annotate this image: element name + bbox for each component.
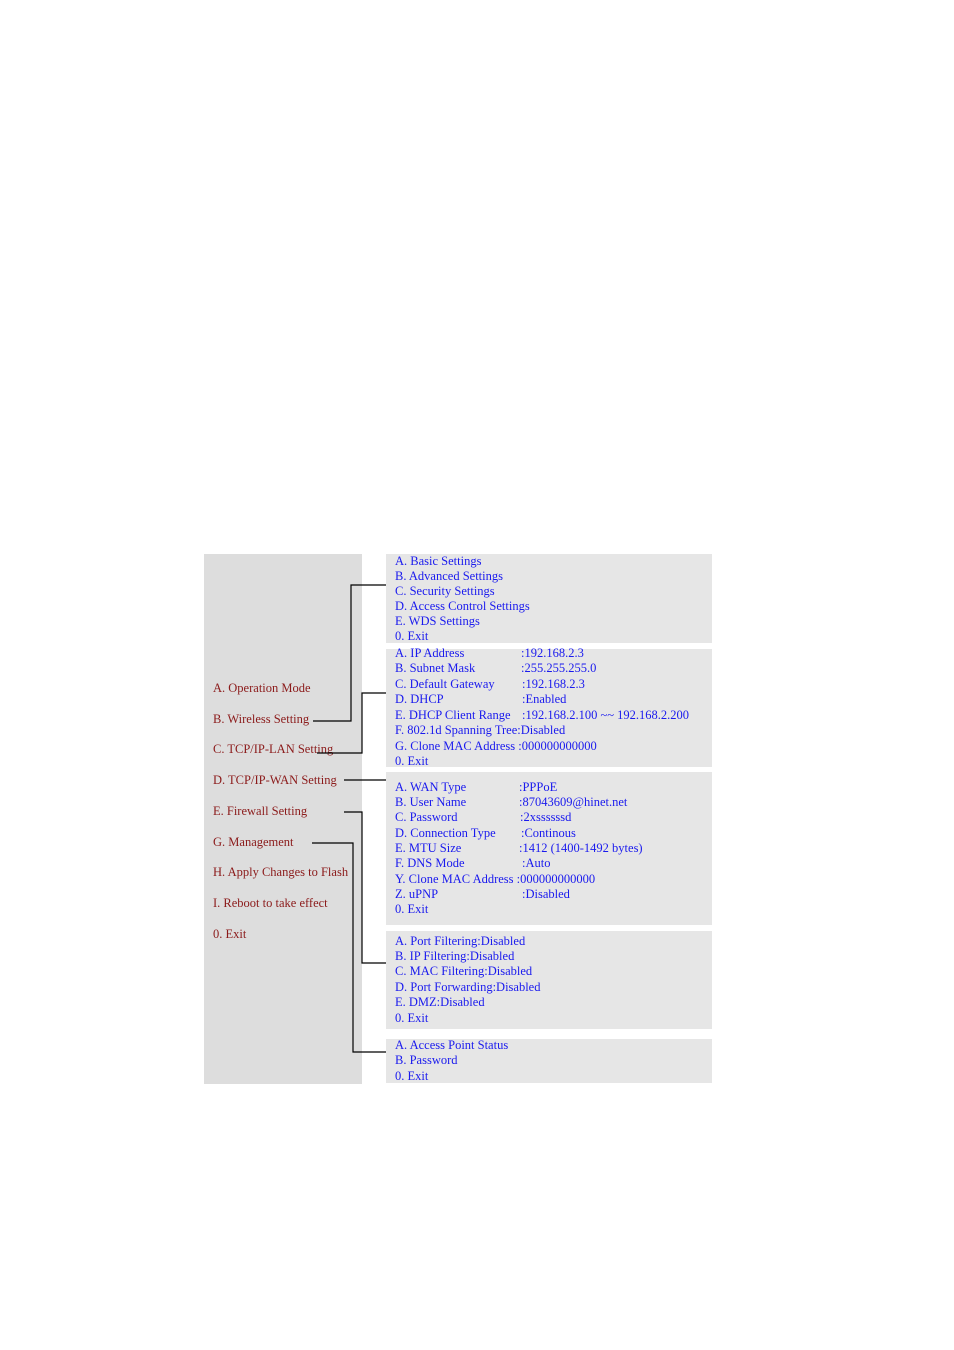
- management-exit[interactable]: 0. Exit: [395, 1069, 428, 1083]
- lan-dhcp-client-range[interactable]: E. DHCP Client Range :192.168.2.100 ~~ 19…: [395, 708, 689, 722]
- wan-type[interactable]: A. WAN Type :PPPoE: [395, 780, 557, 794]
- wireless-submenu: A. Basic Settings B. Advanced Settings C…: [386, 554, 712, 643]
- firewall-ip-filtering[interactable]: B. IP Filtering:Disabled: [395, 949, 514, 963]
- wan-connection-type[interactable]: D. Connection Type :Continous: [395, 826, 576, 840]
- lan-default-gateway-value: :192.168.2.3: [522, 677, 585, 691]
- wan-password-value: :2xssssssd: [520, 810, 572, 824]
- lan-subnet-mask-value: :255.255.255.0: [521, 661, 597, 675]
- main-menu-item-wireless-setting[interactable]: B. Wireless Setting: [213, 712, 309, 726]
- wireless-exit[interactable]: 0. Exit: [395, 629, 428, 643]
- wan-submenu: A. WAN Type :PPPoE B. User Name :87043609@…: [386, 772, 712, 925]
- wireless-access-control-settings[interactable]: D. Access Control Settings: [395, 599, 530, 613]
- lan-subnet-mask-label: B. Subnet Mask: [395, 661, 476, 675]
- main-menu-item-tcpip-lan-setting[interactable]: C. TCP/IP-LAN Setting: [213, 742, 333, 756]
- lan-clone-mac-label: G. Clone MAC Address: [395, 739, 516, 753]
- main-menu-item-exit[interactable]: 0. Exit: [213, 927, 246, 941]
- lan-spanning-tree-label: F. 802.1d Spanning Tree: [395, 723, 518, 737]
- wan-password-label: C. Password: [395, 810, 458, 824]
- wan-mtu-size-value: :1412 (1400-1492 bytes): [519, 841, 643, 855]
- firewall-mac-filtering[interactable]: C. MAC Filtering:Disabled: [395, 964, 532, 978]
- lan-submenu: A. IP Address :192.168.2.3 B. Subnet Mask…: [386, 646, 712, 768]
- wan-upnp-value: :Disabled: [522, 887, 570, 901]
- management-password[interactable]: B. Password: [395, 1053, 458, 1067]
- wan-clone-mac[interactable]: Y. Clone MAC Address :000000000000: [395, 872, 595, 886]
- lan-ip-address-label: A. IP Address: [395, 646, 465, 660]
- main-menu-panel: [204, 554, 362, 1084]
- management-submenu: A. Access Point Status B. Password 0. Ex…: [386, 1038, 712, 1083]
- wan-user-name-label: B. User Name: [395, 795, 467, 809]
- lan-dhcp-client-range-value: :192.168.2.100 ~~ 192.168.2.200: [522, 708, 689, 722]
- wan-connection-type-value: :Continous: [521, 826, 576, 840]
- lan-default-gateway-label: C. Default Gateway: [395, 677, 495, 691]
- main-menu-item-firewall-setting[interactable]: E. Firewall Setting: [213, 804, 307, 818]
- lan-subnet-mask[interactable]: B. Subnet Mask :255.255.255.0: [395, 661, 596, 675]
- wan-clone-mac-label: Y. Clone MAC Address: [395, 872, 514, 886]
- wan-password[interactable]: C. Password :2xssssssd: [395, 810, 571, 824]
- wan-user-name-value: :87043609@hinet.net: [519, 795, 628, 809]
- lan-spanning-tree-value: :Disabled: [517, 723, 566, 737]
- lan-dhcp-label: D. DHCP: [395, 692, 444, 706]
- firewall-dmz[interactable]: E. DMZ:Disabled: [395, 995, 485, 1009]
- lan-spanning-tree[interactable]: F. 802.1d Spanning Tree:Disabled: [395, 723, 565, 737]
- lan-dhcp-value: :Enabled: [522, 692, 567, 706]
- wan-type-value: :PPPoE: [519, 780, 558, 794]
- firewall-exit[interactable]: 0. Exit: [395, 1011, 428, 1025]
- wan-mtu-size[interactable]: E. MTU Size :1412 (1400-1492 bytes): [395, 841, 643, 855]
- main-menu-item-tcpip-wan-setting[interactable]: D. TCP/IP-WAN Setting: [213, 773, 337, 787]
- firewall-submenu: A. Port Filtering:Disabled B. IP Filteri…: [386, 931, 712, 1029]
- wireless-wds-settings[interactable]: E. WDS Settings: [395, 614, 480, 628]
- lan-clone-mac-value: :000000000000: [518, 739, 597, 753]
- main-menu-item-management[interactable]: G. Management: [213, 835, 294, 849]
- main-menu-item-apply-changes[interactable]: H. Apply Changes to Flash: [213, 865, 348, 879]
- wireless-basic-settings[interactable]: A. Basic Settings: [395, 554, 481, 568]
- wan-connection-type-label: D. Connection Type: [395, 826, 496, 840]
- wireless-security-settings[interactable]: C. Security Settings: [395, 584, 495, 598]
- wan-dns-mode-value: :Auto: [522, 856, 551, 870]
- lan-clone-mac[interactable]: G. Clone MAC Address :000000000000: [395, 739, 597, 753]
- wireless-advanced-settings[interactable]: B. Advanced Settings: [395, 569, 503, 583]
- wan-clone-mac-value: :000000000000: [516, 872, 596, 886]
- wan-user-name[interactable]: B. User Name :87043609@hinet.net: [395, 795, 627, 809]
- wan-type-label: A. WAN Type: [395, 780, 467, 794]
- wan-dns-mode-label: F. DNS Mode: [395, 856, 465, 870]
- management-access-point-status[interactable]: A. Access Point Status: [395, 1038, 508, 1052]
- wan-upnp[interactable]: Z. uPNP :Disabled: [395, 887, 570, 901]
- lan-dhcp[interactable]: D. DHCP :Enabled: [395, 692, 566, 706]
- wan-exit[interactable]: 0. Exit: [395, 902, 428, 916]
- main-menu-item-reboot[interactable]: I. Reboot to take effect: [213, 896, 328, 910]
- wan-mtu-size-label: E. MTU Size: [395, 841, 462, 855]
- main-menu-item-operation-mode[interactable]: A. Operation Mode: [213, 681, 311, 695]
- firewall-port-forwarding[interactable]: D. Port Forwarding:Disabled: [395, 980, 540, 994]
- wan-dns-mode[interactable]: F. DNS Mode :Auto: [395, 856, 550, 870]
- lan-ip-address-value: :192.168.2.3: [521, 646, 584, 660]
- lan-exit[interactable]: 0. Exit: [395, 754, 428, 768]
- firewall-port-filtering[interactable]: A. Port Filtering:Disabled: [395, 934, 525, 948]
- wan-upnp-label: Z. uPNP: [395, 887, 439, 901]
- lan-dhcp-client-range-label: E. DHCP Client Range: [395, 708, 511, 722]
- lan-default-gateway[interactable]: C. Default Gateway :192.168.2.3: [395, 677, 585, 691]
- lan-ip-address[interactable]: A. IP Address :192.168.2.3: [395, 646, 584, 660]
